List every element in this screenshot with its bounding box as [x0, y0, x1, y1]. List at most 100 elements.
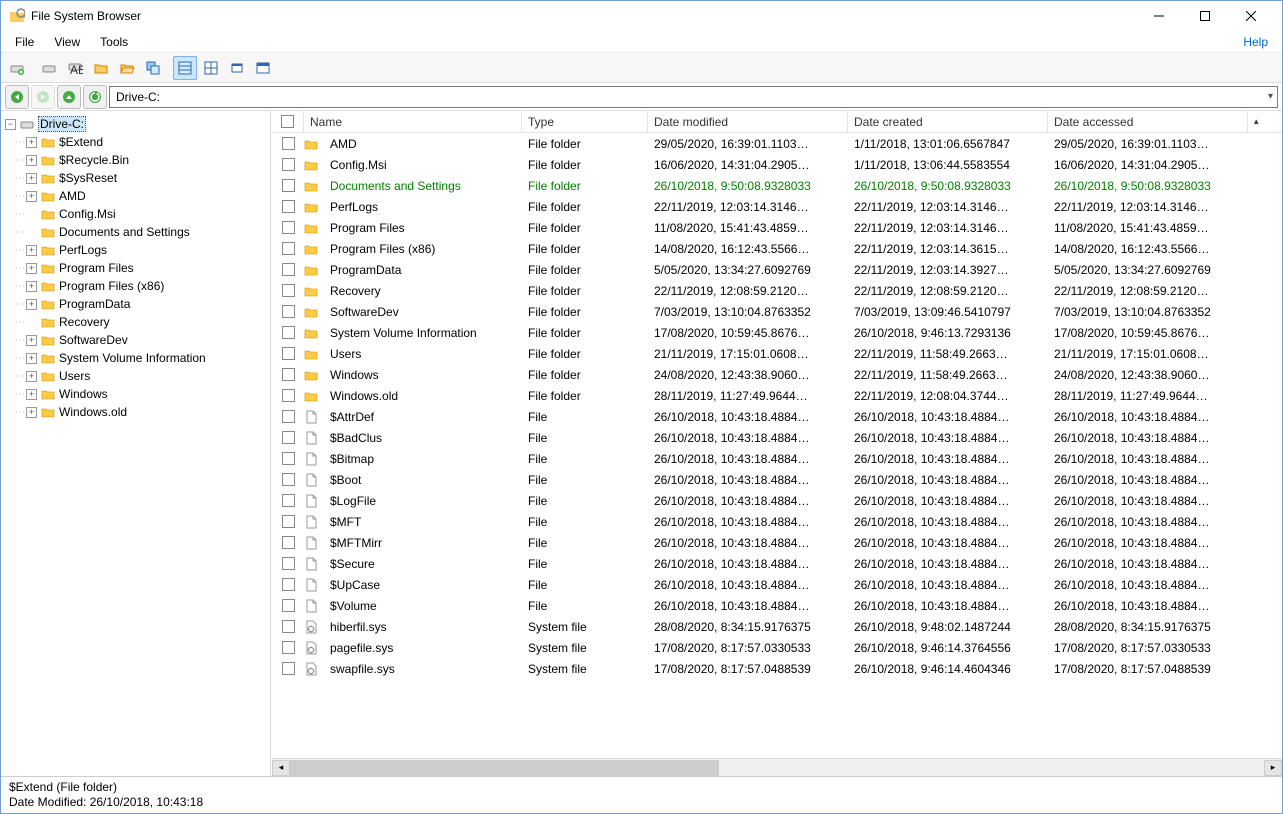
close-button[interactable] [1228, 1, 1274, 31]
expand-icon[interactable]: + [26, 371, 37, 382]
folder-open-icon[interactable] [115, 56, 139, 80]
expand-icon[interactable]: + [26, 263, 37, 274]
table-row[interactable]: RecoveryFile folder22/11/2019, 12:08:59.… [272, 280, 1282, 301]
tree-pane[interactable]: − Drive-C: ⋯+$Extend⋯+$Recycle.Bin⋯+$Sys… [1, 111, 271, 776]
table-row[interactable]: Program FilesFile folder11/08/2020, 15:4… [272, 217, 1282, 238]
tree-item[interactable]: ⋯+$Extend [1, 133, 270, 151]
rows-container[interactable]: AMDFile folder29/05/2020, 16:39:01.1103…… [272, 133, 1282, 758]
expand-icon[interactable]: + [26, 407, 37, 418]
tree-item[interactable]: ⋯Config.Msi [1, 205, 270, 223]
drive-add-icon[interactable] [5, 56, 29, 80]
tree-item[interactable]: ⋯+Windows [1, 385, 270, 403]
table-row[interactable]: $SecureFile26/10/2018, 10:43:18.4884…26/… [272, 553, 1282, 574]
expand-icon[interactable]: + [26, 353, 37, 364]
row-checkbox[interactable] [272, 158, 304, 171]
col-type[interactable]: Type [522, 111, 648, 132]
expand-icon[interactable]: + [26, 155, 37, 166]
row-checkbox[interactable] [272, 410, 304, 423]
row-checkbox[interactable] [272, 494, 304, 507]
col-created[interactable]: Date created [848, 111, 1048, 132]
tree-item[interactable]: ⋯Documents and Settings [1, 223, 270, 241]
up-button[interactable] [57, 85, 81, 109]
table-row[interactable]: pagefile.sysSystem file17/08/2020, 8:17:… [272, 637, 1282, 658]
table-row[interactable]: hiberfil.sysSystem file28/08/2020, 8:34:… [272, 616, 1282, 637]
tree-item[interactable]: ⋯Recovery [1, 313, 270, 331]
collapse-icon[interactable]: − [5, 119, 16, 130]
table-row[interactable]: swapfile.sysSystem file17/08/2020, 8:17:… [272, 658, 1282, 679]
minimize-button[interactable] [1136, 1, 1182, 31]
row-checkbox[interactable] [272, 662, 304, 675]
tree-item[interactable]: ⋯+$SysReset [1, 169, 270, 187]
table-row[interactable]: System Volume InformationFile folder17/0… [272, 322, 1282, 343]
chevron-down-icon[interactable]: ▾ [1268, 91, 1273, 102]
table-row[interactable]: Windows.oldFile folder28/11/2019, 11:27:… [272, 385, 1282, 406]
refresh-button[interactable] [83, 85, 107, 109]
table-row[interactable]: $BadClusFile26/10/2018, 10:43:18.4884…26… [272, 427, 1282, 448]
scroll-right-icon[interactable]: ▸ [1264, 760, 1282, 776]
table-row[interactable]: $MFTFile26/10/2018, 10:43:18.4884…26/10/… [272, 511, 1282, 532]
expand-icon[interactable]: + [26, 191, 37, 202]
row-checkbox[interactable] [272, 389, 304, 402]
expand-icon[interactable]: + [26, 137, 37, 148]
row-checkbox[interactable] [272, 599, 304, 612]
table-row[interactable]: Config.MsiFile folder16/06/2020, 14:31:0… [272, 154, 1282, 175]
row-checkbox[interactable] [272, 242, 304, 255]
tree-item[interactable]: ⋯+System Volume Information [1, 349, 270, 367]
row-checkbox[interactable] [272, 368, 304, 381]
row-checkbox[interactable] [272, 515, 304, 528]
cascade-icon[interactable] [141, 56, 165, 80]
row-checkbox[interactable] [272, 452, 304, 465]
view-details-icon[interactable] [173, 56, 197, 80]
row-checkbox[interactable] [272, 347, 304, 360]
row-checkbox[interactable] [272, 578, 304, 591]
drive-abc-icon[interactable]: ABC [63, 56, 87, 80]
view-small-icon[interactable] [225, 56, 249, 80]
view-grid-icon[interactable] [199, 56, 223, 80]
row-checkbox[interactable] [272, 326, 304, 339]
expand-icon[interactable]: + [26, 281, 37, 292]
tree-item[interactable]: ⋯+ProgramData [1, 295, 270, 313]
tree-item[interactable]: ⋯+Windows.old [1, 403, 270, 421]
back-button[interactable] [5, 85, 29, 109]
table-row[interactable]: $LogFileFile26/10/2018, 10:43:18.4884…26… [272, 490, 1282, 511]
scroll-left-icon[interactable]: ◂ [272, 760, 290, 776]
table-row[interactable]: $BootFile26/10/2018, 10:43:18.4884…26/10… [272, 469, 1282, 490]
horizontal-scrollbar[interactable]: ◂ ▸ [272, 758, 1282, 776]
row-checkbox[interactable] [272, 641, 304, 654]
menu-view[interactable]: View [46, 33, 88, 51]
row-checkbox[interactable] [272, 305, 304, 318]
table-row[interactable]: PerfLogsFile folder22/11/2019, 12:03:14.… [272, 196, 1282, 217]
expand-icon[interactable]: + [26, 173, 37, 184]
tree-item[interactable]: ⋯+Program Files (x86) [1, 277, 270, 295]
tree-item[interactable]: ⋯+Program Files [1, 259, 270, 277]
col-overflow-icon[interactable]: ▴ [1248, 111, 1262, 132]
table-row[interactable]: WindowsFile folder24/08/2020, 12:43:38.9… [272, 364, 1282, 385]
col-modified[interactable]: Date modified [648, 111, 848, 132]
row-checkbox[interactable] [272, 620, 304, 633]
table-row[interactable]: $BitmapFile26/10/2018, 10:43:18.4884…26/… [272, 448, 1282, 469]
table-row[interactable]: ProgramDataFile folder5/05/2020, 13:34:2… [272, 259, 1282, 280]
menu-file[interactable]: File [7, 33, 42, 51]
tree-item[interactable]: ⋯+$Recycle.Bin [1, 151, 270, 169]
col-accessed[interactable]: Date accessed [1048, 111, 1248, 132]
row-checkbox[interactable] [272, 284, 304, 297]
tree-root[interactable]: − Drive-C: [1, 115, 270, 133]
table-row[interactable]: Program Files (x86)File folder14/08/2020… [272, 238, 1282, 259]
table-row[interactable]: Documents and SettingsFile folder26/10/2… [272, 175, 1282, 196]
path-input[interactable]: Drive-C: ▾ [109, 86, 1278, 108]
menu-tools[interactable]: Tools [92, 33, 136, 51]
expand-icon[interactable]: + [26, 299, 37, 310]
table-row[interactable]: $AttrDefFile26/10/2018, 10:43:18.4884…26… [272, 406, 1282, 427]
row-checkbox[interactable] [272, 473, 304, 486]
table-row[interactable]: $MFTMirrFile26/10/2018, 10:43:18.4884…26… [272, 532, 1282, 553]
col-checkbox[interactable] [272, 111, 304, 132]
forward-button[interactable] [31, 85, 55, 109]
drive-icon[interactable] [37, 56, 61, 80]
row-checkbox[interactable] [272, 137, 304, 150]
tree-item[interactable]: ⋯+Users [1, 367, 270, 385]
expand-icon[interactable]: + [26, 335, 37, 346]
row-checkbox[interactable] [272, 200, 304, 213]
view-medium-icon[interactable] [251, 56, 275, 80]
row-checkbox[interactable] [272, 179, 304, 192]
folder-icon[interactable] [89, 56, 113, 80]
